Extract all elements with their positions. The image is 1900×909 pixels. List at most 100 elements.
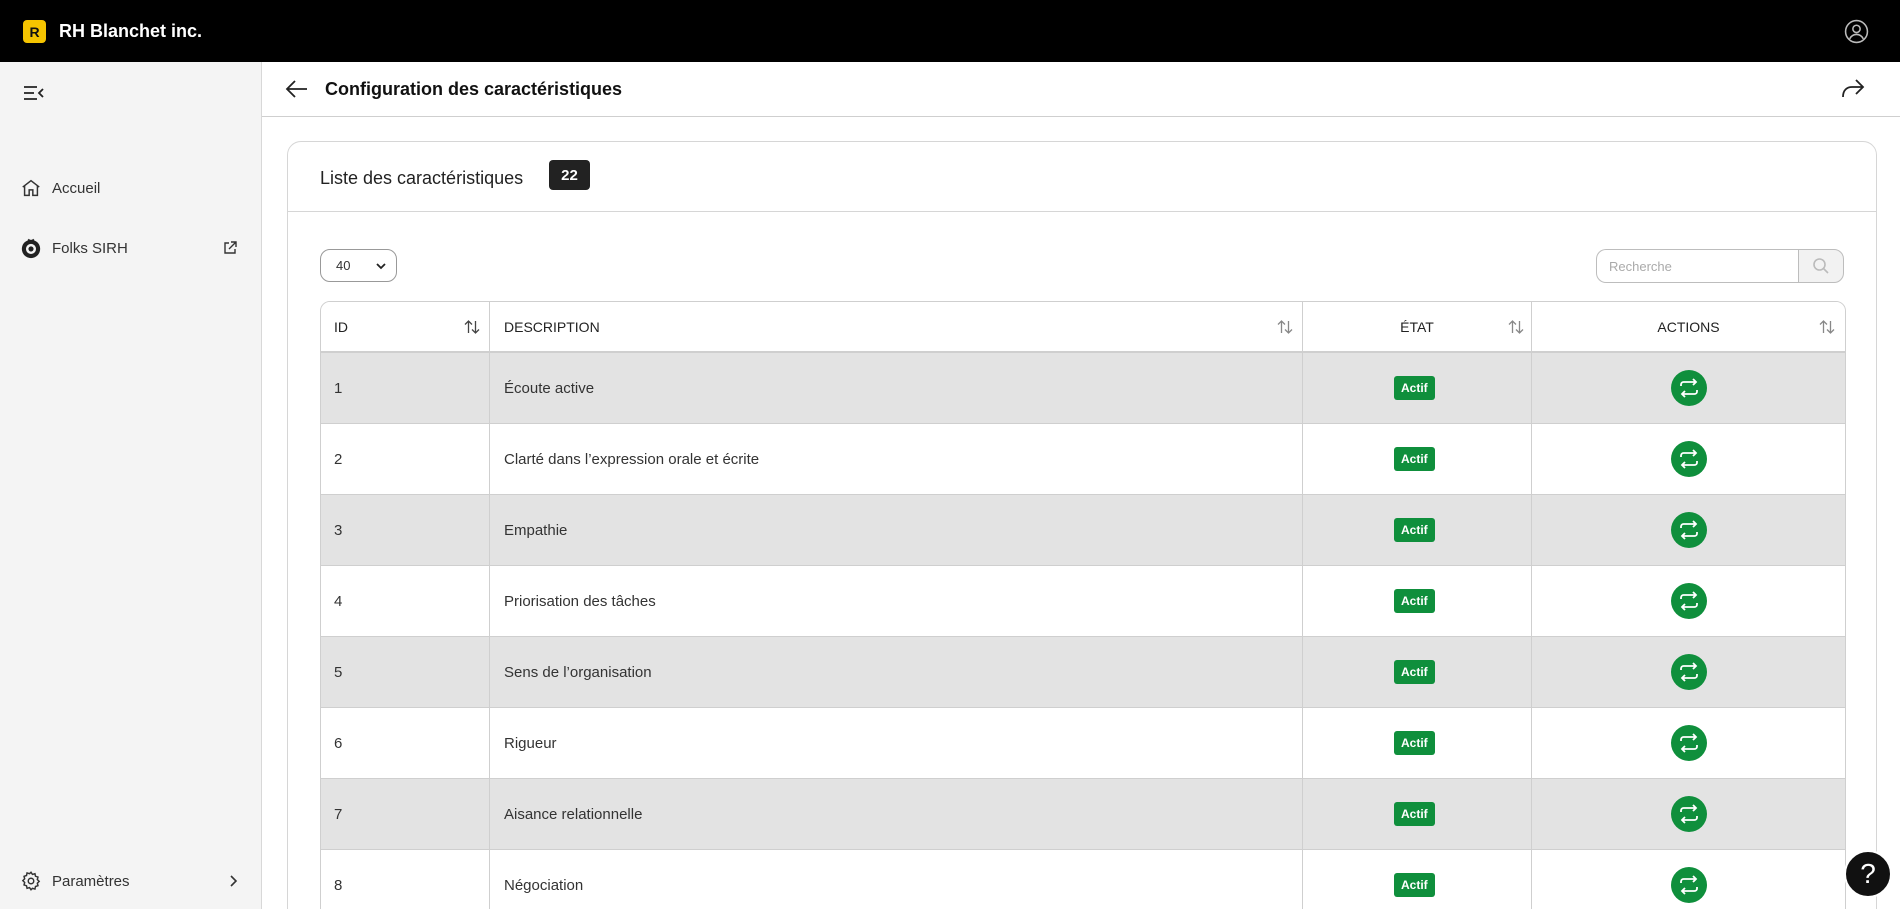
company-logo: R <box>23 20 46 43</box>
toggle-status-button[interactable] <box>1671 867 1707 903</box>
search-input[interactable] <box>1596 249 1798 283</box>
cell-etat: Actif <box>1303 424 1532 494</box>
swap-arrows-icon <box>1680 520 1698 540</box>
sidebar-item-label: Accueil <box>52 179 101 197</box>
table-row: 4 Priorisation des tâches Actif <box>321 566 1845 637</box>
search-button[interactable] <box>1798 249 1844 283</box>
toggle-status-button[interactable] <box>1671 725 1707 761</box>
table-body: 1 Écoute active Actif 2 Clarté dans l’expres… <box>321 353 1845 909</box>
cell-actions <box>1532 637 1845 707</box>
table-row: 3 Empathie Actif <box>321 495 1845 566</box>
cell-id: 6 <box>321 708 490 778</box>
top-bar: R RH Blanchet inc. <box>0 0 1900 62</box>
status-badge: Actif <box>1394 731 1435 755</box>
folks-logo-icon <box>21 238 41 259</box>
swap-arrows-icon <box>1680 804 1698 824</box>
cell-id: 5 <box>321 637 490 707</box>
cell-actions <box>1532 850 1845 909</box>
cell-etat: Actif <box>1303 637 1532 707</box>
characteristics-table: ID DESCRIPTION ÉTAT ACTIONS 1 Écoute act… <box>320 301 1846 909</box>
toggle-status-button[interactable] <box>1671 654 1707 690</box>
cell-actions <box>1532 495 1845 565</box>
cell-actions <box>1532 708 1845 778</box>
status-badge: Actif <box>1394 802 1435 826</box>
sidebar-item-accueil[interactable]: Accueil <box>0 168 261 208</box>
cell-etat: Actif <box>1303 850 1532 909</box>
column-header-actions[interactable]: ACTIONS <box>1532 302 1845 351</box>
column-header-id[interactable]: ID <box>321 302 490 351</box>
sidebar-item-folks-sirh[interactable]: Folks SIRH <box>0 228 261 268</box>
sidebar: Accueil Folks SIRH Paramètres <box>0 62 262 909</box>
cell-description: Sens de l’organisation <box>490 637 1303 707</box>
sort-icon[interactable] <box>1819 320 1835 334</box>
cell-description: Écoute active <box>490 353 1303 423</box>
table-row: 1 Écoute active Actif <box>321 353 1845 424</box>
toggle-status-button[interactable] <box>1671 796 1707 832</box>
table-row: 6 Rigueur Actif <box>321 708 1845 779</box>
sidebar-item-label: Paramètres <box>52 872 130 890</box>
cell-description: Clarté dans l’expression orale et écrite <box>490 424 1303 494</box>
toggle-status-button[interactable] <box>1671 441 1707 477</box>
cell-actions <box>1532 424 1845 494</box>
toggle-status-button[interactable] <box>1671 583 1707 619</box>
chevron-right-icon <box>230 875 238 887</box>
swap-arrows-icon <box>1680 662 1698 682</box>
cell-id: 1 <box>321 353 490 423</box>
cell-etat: Actif <box>1303 566 1532 636</box>
cell-id: 8 <box>321 850 490 909</box>
sidebar-item-label: Folks SIRH <box>52 239 128 257</box>
column-header-description[interactable]: DESCRIPTION <box>490 302 1303 351</box>
swap-arrows-icon <box>1680 591 1698 611</box>
column-header-etat[interactable]: ÉTAT <box>1303 302 1532 351</box>
cell-actions <box>1532 566 1845 636</box>
cell-actions <box>1532 353 1845 423</box>
cell-etat: Actif <box>1303 708 1532 778</box>
swap-arrows-icon <box>1680 875 1698 895</box>
swap-arrows-icon <box>1680 378 1698 398</box>
status-badge: Actif <box>1394 518 1435 542</box>
status-badge: Actif <box>1394 376 1435 400</box>
cell-etat: Actif <box>1303 495 1532 565</box>
table-row: 8 Négociation Actif <box>321 850 1845 909</box>
toggle-status-button[interactable] <box>1671 370 1707 406</box>
sort-icon[interactable] <box>1508 320 1524 334</box>
page-size-value: 40 <box>336 258 351 273</box>
help-button[interactable]: ? <box>1844 850 1892 898</box>
collapse-sidebar-icon[interactable] <box>23 84 45 102</box>
swap-arrows-icon <box>1680 449 1698 469</box>
card-header: Liste des caractéristiques 22 <box>288 142 1876 212</box>
cell-etat: Actif <box>1303 779 1532 849</box>
company-name: RH Blanchet inc. <box>59 21 203 41</box>
cell-id: 7 <box>321 779 490 849</box>
toggle-status-button[interactable] <box>1671 512 1707 548</box>
sort-icon[interactable] <box>464 320 480 334</box>
user-account-icon[interactable] <box>1844 19 1869 44</box>
count-badge: 22 <box>549 160 590 190</box>
table-row: 5 Sens de l’organisation Actif <box>321 637 1845 708</box>
back-arrow-icon[interactable] <box>285 78 309 100</box>
external-link-icon <box>224 241 237 254</box>
home-icon <box>22 179 40 197</box>
status-badge: Actif <box>1394 873 1435 897</box>
characteristics-card: Liste des caractéristiques 22 40 ID DESC… <box>287 141 1877 909</box>
cell-description: Rigueur <box>490 708 1303 778</box>
page-header: Configuration des caractéristiques <box>262 62 1900 117</box>
sidebar-item-parametres[interactable]: Paramètres <box>0 861 261 901</box>
cell-description: Aisance relationnelle <box>490 779 1303 849</box>
cell-id: 3 <box>321 495 490 565</box>
cell-actions <box>1532 779 1845 849</box>
table-row: 7 Aisance relationnelle Actif <box>321 779 1845 850</box>
page-title: Configuration des caractéristiques <box>325 79 623 99</box>
share-icon[interactable] <box>1840 77 1866 101</box>
cell-description: Empathie <box>490 495 1303 565</box>
chevron-down-icon <box>376 263 386 270</box>
cell-id: 4 <box>321 566 490 636</box>
status-badge: Actif <box>1394 447 1435 471</box>
card-title: Liste des caractéristiques <box>320 168 524 188</box>
cell-description: Négociation <box>490 850 1303 909</box>
table-header: ID DESCRIPTION ÉTAT ACTIONS <box>321 302 1845 353</box>
cell-etat: Actif <box>1303 353 1532 423</box>
sort-icon[interactable] <box>1277 320 1293 334</box>
status-badge: Actif <box>1394 660 1435 684</box>
page-size-select[interactable]: 40 <box>320 249 397 282</box>
